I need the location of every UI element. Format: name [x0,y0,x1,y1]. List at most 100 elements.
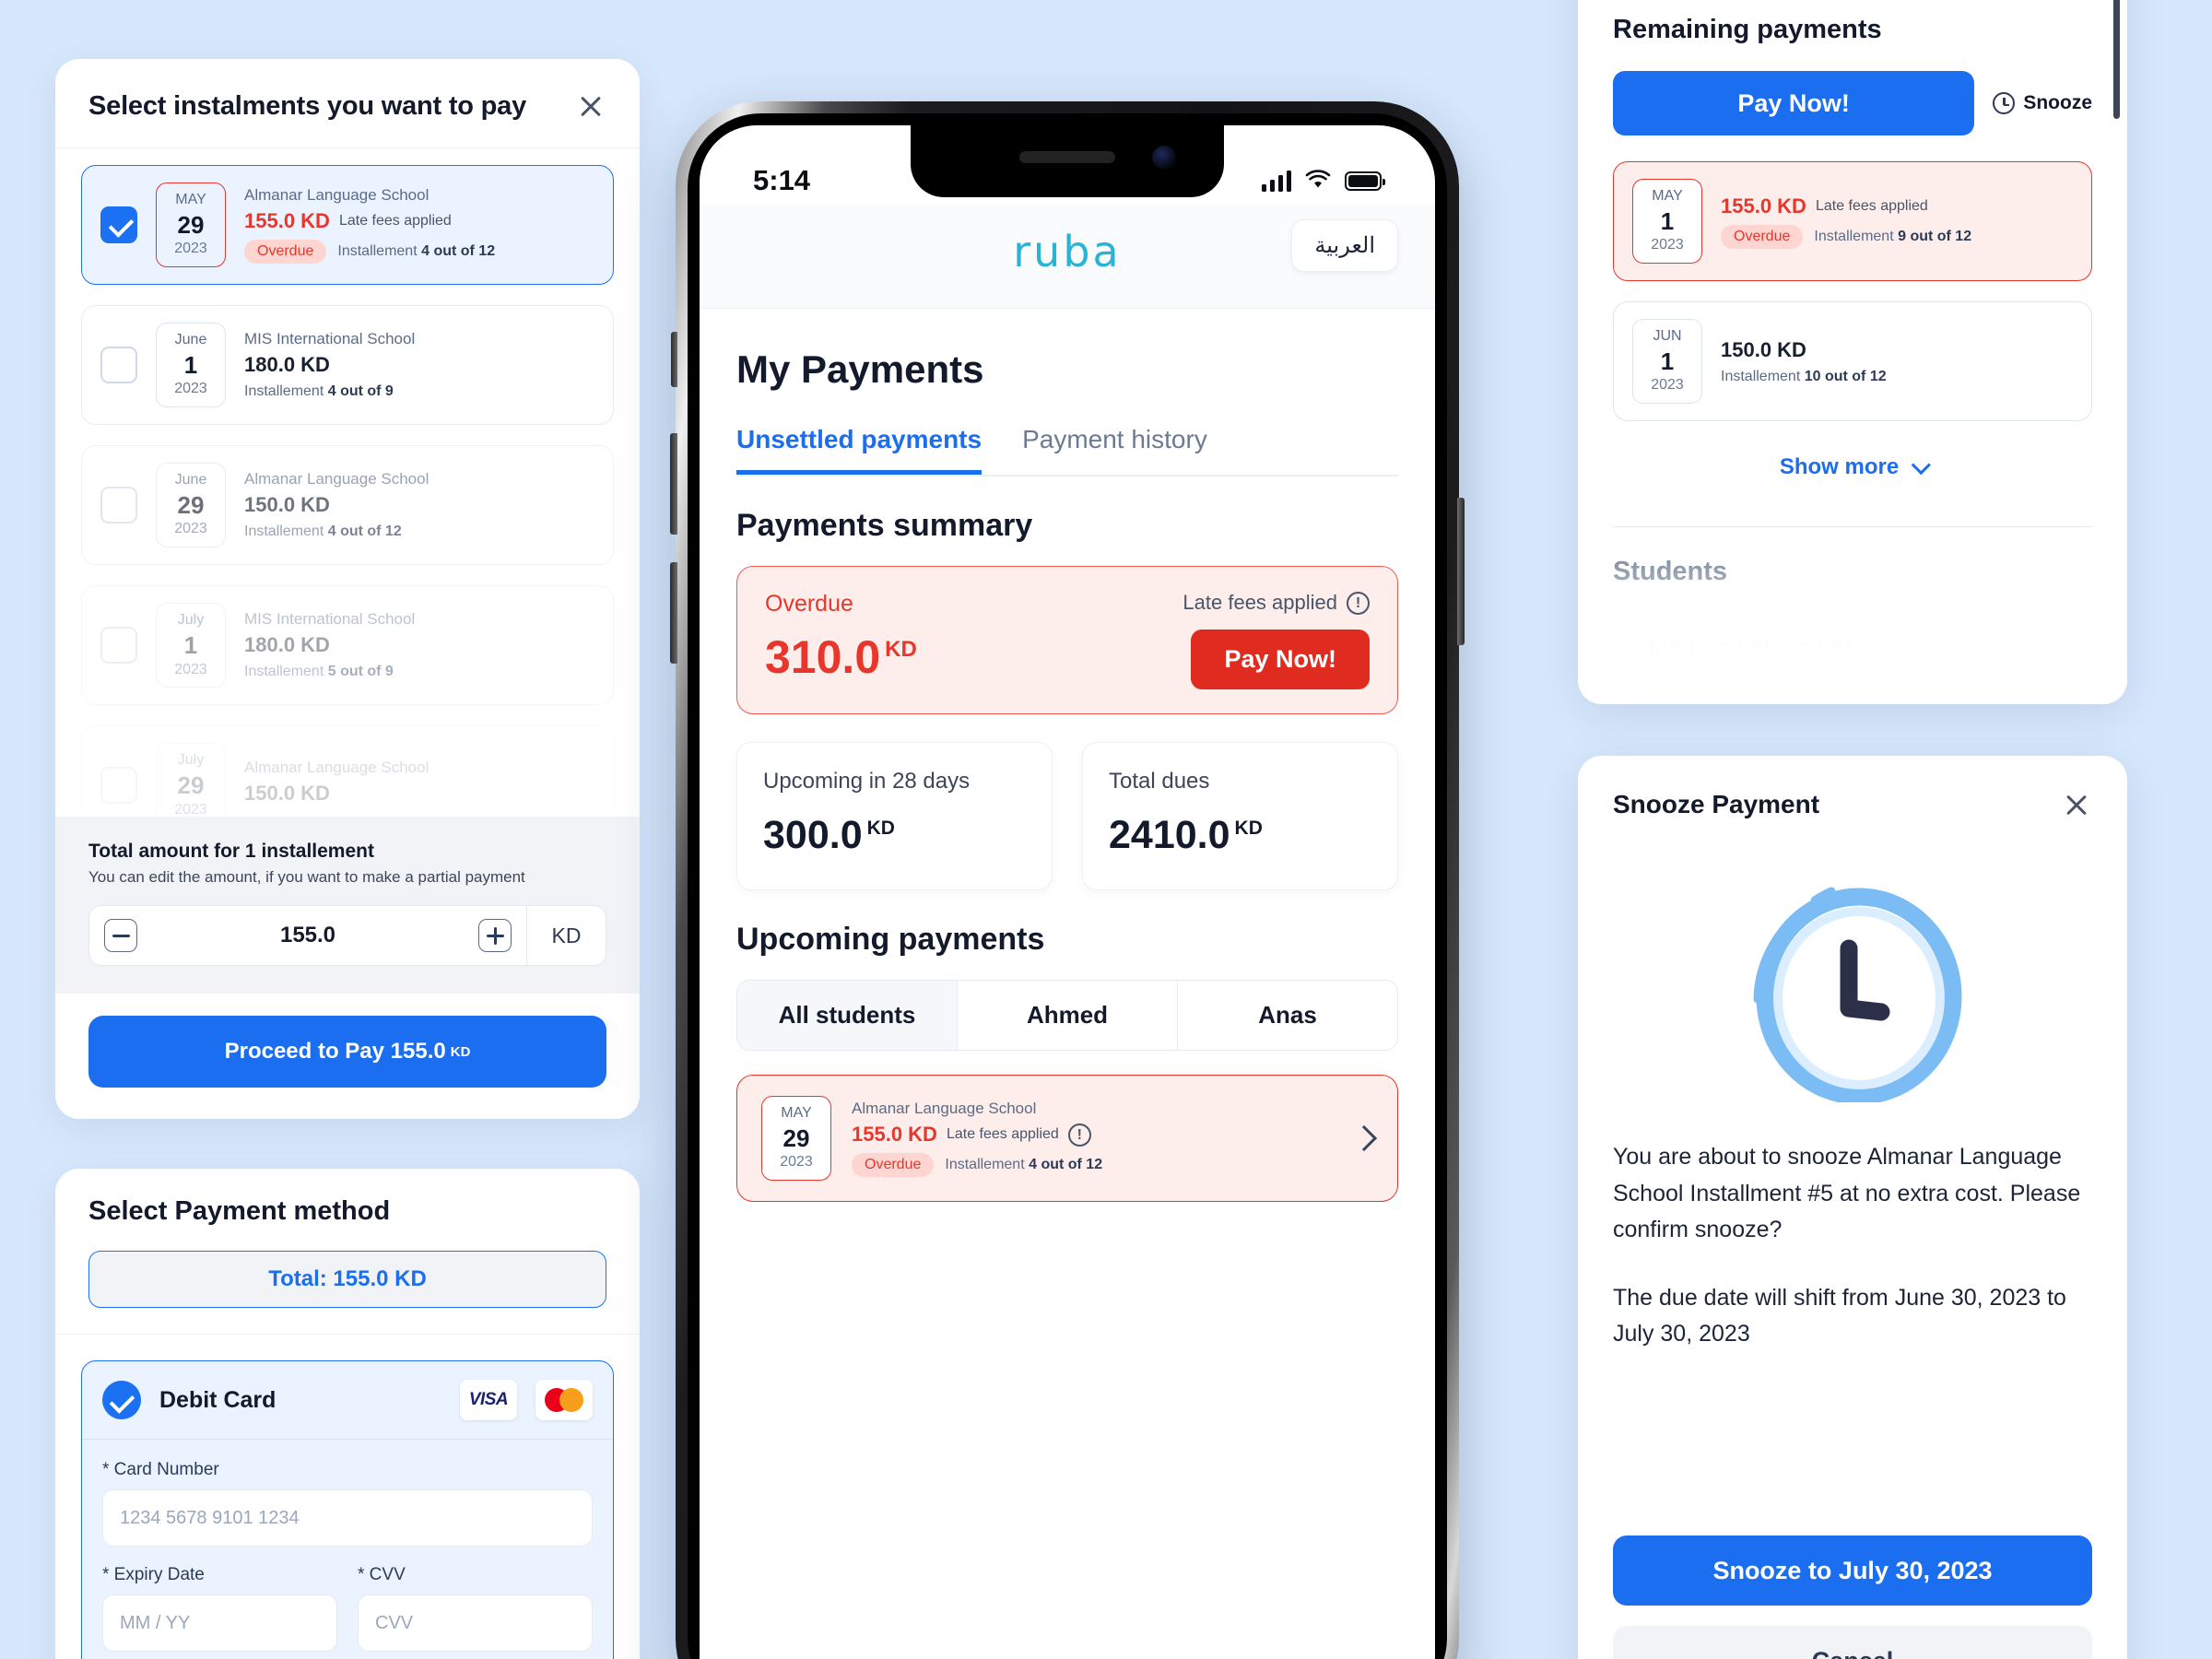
overdue-label: Overdue [765,591,853,617]
volume-up-button[interactable] [670,433,677,535]
instalment-row[interactable]: July 1 2023 MIS International School 180… [81,585,614,706]
student-tab-anas[interactable]: Anas [1178,981,1397,1050]
instalment-list: MAY 29 2023 Almanar Language School 155.… [55,148,640,846]
date-month: MAY [1652,188,1683,204]
amount-value[interactable]: 155.0 [152,923,464,948]
stat-value: 300.0 KD [763,813,1026,858]
screenshot-stage: Select instalments you want to pay MAY 2… [0,0,2212,1659]
date-year: 2023 [174,521,207,537]
date-day: 1 [183,631,198,660]
stat-label: Total dues [1109,769,1210,794]
clock-icon [1993,92,2016,114]
cvv-label: * CVV [358,1565,406,1584]
installment-label: Installement [244,664,324,680]
silence-switch[interactable] [671,332,677,387]
pay-now-button[interactable]: Pay Now! [1613,71,1975,135]
school-name: MIS International School [244,330,416,348]
pay-now-button[interactable]: Pay Now! [1191,629,1370,689]
front-camera [1152,146,1176,170]
installment-value: 9 out of 12 [1898,228,1972,244]
select-instalments-modal: Select instalments you want to pay MAY 2… [55,59,640,1119]
total-title: Total amount for 1 installement [88,841,374,862]
amount: 180.0 KD [244,633,330,657]
instalment-row[interactable]: June 1 2023 MIS International School 180… [81,305,614,426]
date-day: 29 [177,771,205,800]
info-icon[interactable]: ! [1067,1123,1091,1147]
instalment-row[interactable]: June 29 2023 Almanar Language School 150… [81,445,614,566]
date-month: June [174,332,207,348]
modal-title: Select instalments you want to pay [88,90,527,121]
show-more-button[interactable]: Show more [1613,441,2092,480]
debit-card-option-header[interactable]: Debit Card VISA [82,1361,613,1440]
date-day: 29 [782,1124,810,1152]
power-button[interactable] [1457,498,1465,645]
instalment-checkbox[interactable] [100,627,137,665]
student-list-item[interactable]: Mohamed Ahmed Aly [1613,611,2092,687]
installment-value: 4 out of 9 [327,383,394,400]
status-badge: Overdue [852,1153,935,1178]
upcoming-payments-heading: Upcoming payments [736,922,1045,957]
remaining-payment-row[interactable]: JUN 1 2023 150.0 KD Installement 10 out … [1613,301,2092,422]
stat-number: 300.0 [763,813,863,857]
installment-info: Installement 4 out of 9 [244,383,394,400]
visa-icon: VISA [460,1380,517,1420]
dialog-title: Snooze Payment [1613,790,1820,818]
plus-icon[interactable] [478,919,512,952]
app-top-bar: ruba العربية [700,205,1435,309]
date-box: MAY 29 2023 [761,1096,831,1182]
total-subtitle: You can edit the amount, if you want to … [88,868,525,886]
dialog-footer: Snooze to July 30, 2023 Cancel [1578,1535,2127,1659]
date-box: July 29 2023 [156,743,226,829]
installment-label: Installement [945,1157,1025,1173]
snooze-payment-dialog: Snooze Payment You are about to snooze A… [1578,756,2127,1659]
tab-payment-history[interactable]: Payment history [1022,425,1207,475]
installment-value: 10 out of 12 [1804,368,1887,384]
minus-icon[interactable] [104,919,137,952]
installment-label: Installement [337,243,418,260]
modal-header: Select instalments you want to pay [55,59,640,148]
amount: 150.0 KD [244,782,330,806]
amount-stepper[interactable]: 155.0 KD [88,905,606,966]
info-icon[interactable]: ! [1347,591,1370,615]
language-toggle-button[interactable]: العربية [1291,219,1398,272]
amount: 155.0 KD [852,1123,937,1147]
date-box: MAY 1 2023 [1632,179,1702,265]
date-year: 2023 [780,1154,813,1171]
student-filter-tabs: All students Ahmed Anas [736,980,1398,1051]
upcoming-payment-row[interactable]: MAY 29 2023 Almanar Language School 155.… [736,1075,1398,1203]
student-tab-ahmed[interactable]: Ahmed [958,981,1178,1050]
close-icon[interactable] [2061,789,2092,820]
radio-selected-icon[interactable] [102,1381,141,1419]
chevron-right-icon[interactable] [1350,1124,1378,1152]
snooze-button[interactable]: Snooze [1993,92,2092,114]
date-year: 2023 [174,381,207,397]
remaining-payment-row[interactable]: MAY 1 2023 155.0 KD Late fees applied Ov… [1613,161,2092,282]
date-month: July [177,752,205,769]
instalment-checkbox[interactable] [100,206,137,244]
student-tab-all[interactable]: All students [737,981,958,1050]
volume-down-button[interactable] [670,562,677,664]
amount: 155.0 KD [244,209,330,233]
tab-unsettled-payments[interactable]: Unsettled payments [736,425,982,475]
status-time: 5:14 [753,164,811,196]
wifi-icon [1305,170,1331,188]
date-month: June [174,472,207,488]
close-icon[interactable] [575,90,606,122]
cvv-input[interactable]: CVV [358,1594,593,1652]
scrollbar[interactable] [2113,0,2120,119]
currency-label: KD [526,906,606,965]
instalment-checkbox[interactable] [100,767,137,805]
late-fee-note: Late fees applied [1815,197,1928,214]
card-number-input[interactable]: 1234 5678 9101 1234 [102,1489,593,1547]
proceed-to-pay-button[interactable]: Proceed to Pay 155.0 KD [88,1016,606,1088]
expiry-input[interactable]: MM / YY [102,1594,337,1652]
debit-card-option[interactable]: Debit Card VISA * Card Number 1234 5678 … [81,1360,614,1659]
instalment-row[interactable]: MAY 29 2023 Almanar Language School 155.… [81,165,614,286]
cancel-button[interactable]: Cancel [1613,1626,2092,1659]
instalment-checkbox[interactable] [100,347,137,384]
snooze-label: Snooze [2023,92,2092,113]
confirm-snooze-button[interactable]: Snooze to July 30, 2023 [1613,1535,2092,1606]
date-year: 2023 [1651,377,1684,394]
installment-label: Installement [1721,368,1801,384]
instalment-checkbox[interactable] [100,487,137,524]
